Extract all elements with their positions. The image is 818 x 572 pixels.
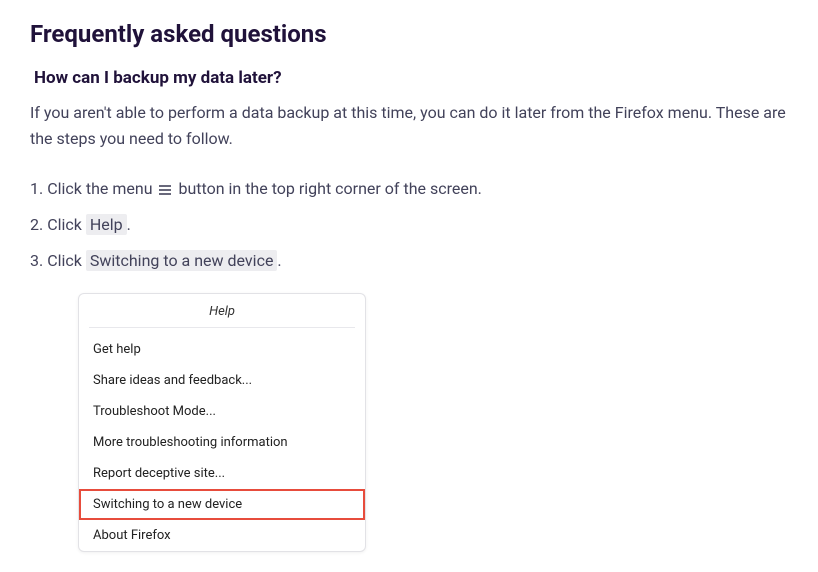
- step-2-text-pre: Click: [47, 215, 86, 234]
- step-2-text-post: .: [127, 215, 131, 234]
- step-3: Click Switching to a new device.: [30, 243, 788, 279]
- menu-item[interactable]: About Firefox: [79, 520, 365, 551]
- menu-item[interactable]: More troubleshooting information: [79, 427, 365, 458]
- help-pill: Help: [86, 214, 127, 235]
- menu-items-container: Get helpShare ideas and feedback...Troub…: [79, 334, 365, 551]
- step-2: Click Help.: [30, 207, 788, 243]
- menu-item[interactable]: Share ideas and feedback...: [79, 365, 365, 396]
- step-1-text-pre: Click the menu: [47, 179, 156, 198]
- step-1-text-post: button in the top right corner of the sc…: [174, 179, 481, 198]
- step-3-text-post: .: [277, 251, 281, 270]
- menu-title: Help: [89, 294, 355, 328]
- faq-question: How can I backup my data later?: [34, 68, 788, 88]
- page-heading: Frequently asked questions: [30, 20, 788, 48]
- menu-item[interactable]: Report deceptive site...: [79, 458, 365, 489]
- switching-pill: Switching to a new device: [86, 250, 278, 271]
- help-menu-panel: Help Get helpShare ideas and feedback...…: [78, 293, 366, 552]
- menu-item[interactable]: Switching to a new device: [79, 489, 365, 520]
- step-3-text-pre: Click: [47, 251, 86, 270]
- menu-item[interactable]: Get help: [79, 334, 365, 365]
- hamburger-icon: [158, 184, 172, 196]
- steps-list: Click the menu button in the top right c…: [30, 171, 788, 279]
- menu-item[interactable]: Troubleshoot Mode...: [79, 396, 365, 427]
- step-1: Click the menu button in the top right c…: [30, 171, 788, 207]
- intro-text: If you aren't able to perform a data bac…: [30, 100, 788, 151]
